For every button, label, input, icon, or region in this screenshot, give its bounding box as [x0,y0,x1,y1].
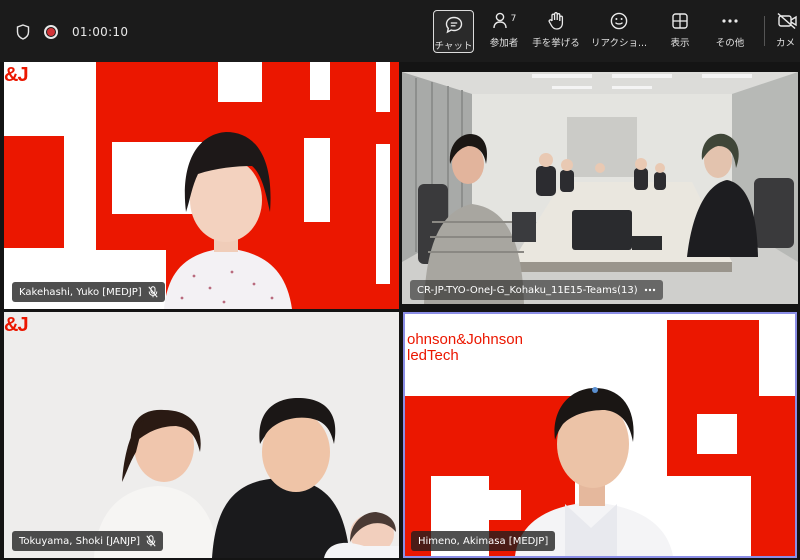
meeting-timer: 01:00:10 [72,25,129,39]
video-feed [4,62,399,309]
reactions-label: リアクショ... [590,38,648,49]
more-label: その他 [715,38,745,49]
record-icon[interactable] [44,25,58,39]
brand-logo-line1: ohnson&Johnson [407,331,523,348]
view-label: 表示 [670,38,690,49]
meeting-status: 01:00:10 [16,22,128,42]
reactions-button[interactable]: リアクショ... [588,10,650,54]
camera-label: カメ [776,38,796,49]
participant-nametag: CR-JP-TYO-OneJ-G_Kohaku_11E15-Teams(13) [410,280,663,300]
hand-icon [547,10,565,32]
more-icon[interactable] [644,288,656,292]
raise-hand-label: 手を挙げる [532,38,580,49]
participant-nametag: Tokuyama, Shoki [JANJP] [12,531,164,551]
view-button[interactable]: 表示 [666,10,694,54]
people-button[interactable]: 7 参加者 [486,10,522,54]
raise-hand-button[interactable]: 手を挙げる [530,10,582,54]
chat-icon [444,15,464,35]
mic-off-icon [146,535,156,547]
chat-label: チャット [434,41,473,52]
video-feed [402,72,798,304]
more-button[interactable]: その他 [713,10,747,54]
smile-icon [609,10,629,32]
video-tile-kakehashi[interactable]: &J Kakehashi, Yuko [MEDJP] [4,62,399,309]
people-label: 参加者 [489,38,519,49]
more-icon [721,10,739,32]
video-feed [4,312,399,558]
participant-nametag: Himeno, Akimasa [MEDJP] [411,531,556,551]
grid-icon [671,10,689,32]
brand-logo-line2: ledTech [407,347,459,364]
shield-icon[interactable] [16,24,30,40]
brand-logo: ohnson&Johnson ledTech [407,332,523,364]
chat-button[interactable]: チャット [433,10,474,53]
participant-count: 7 [510,14,517,24]
participant-name: Himeno, Akimasa [MEDJP] [418,535,549,547]
video-tile-himeno[interactable]: ohnson&Johnson ledTech Himeno, Akimasa [… [403,312,797,558]
participant-nametag: Kakehashi, Yuko [MEDJP] [12,282,165,302]
participant-name: CR-JP-TYO-OneJ-G_Kohaku_11E15-Teams(13) [417,284,638,296]
participant-name: Tokuyama, Shoki [JANJP] [19,535,141,547]
brand-logo: &J [4,64,29,86]
toolbar-divider [764,16,765,46]
mic-off-icon [148,286,158,298]
meeting-toolbar: 01:00:10 チャット 7 参加者 手を挙げる リアクショ... 表示 その… [0,0,800,62]
camera-off-icon [776,10,798,32]
people-icon: 7 [492,10,517,32]
brand-logo: &J [4,314,29,336]
camera-button[interactable]: カメ [776,10,800,54]
participant-name: Kakehashi, Yuko [MEDJP] [19,286,142,298]
video-tile-tokuyama[interactable]: &J Tokuyama, Shoki [JANJP] [4,312,399,558]
video-tile-conference-room[interactable]: CR-JP-TYO-OneJ-G_Kohaku_11E15-Teams(13) [402,72,798,304]
